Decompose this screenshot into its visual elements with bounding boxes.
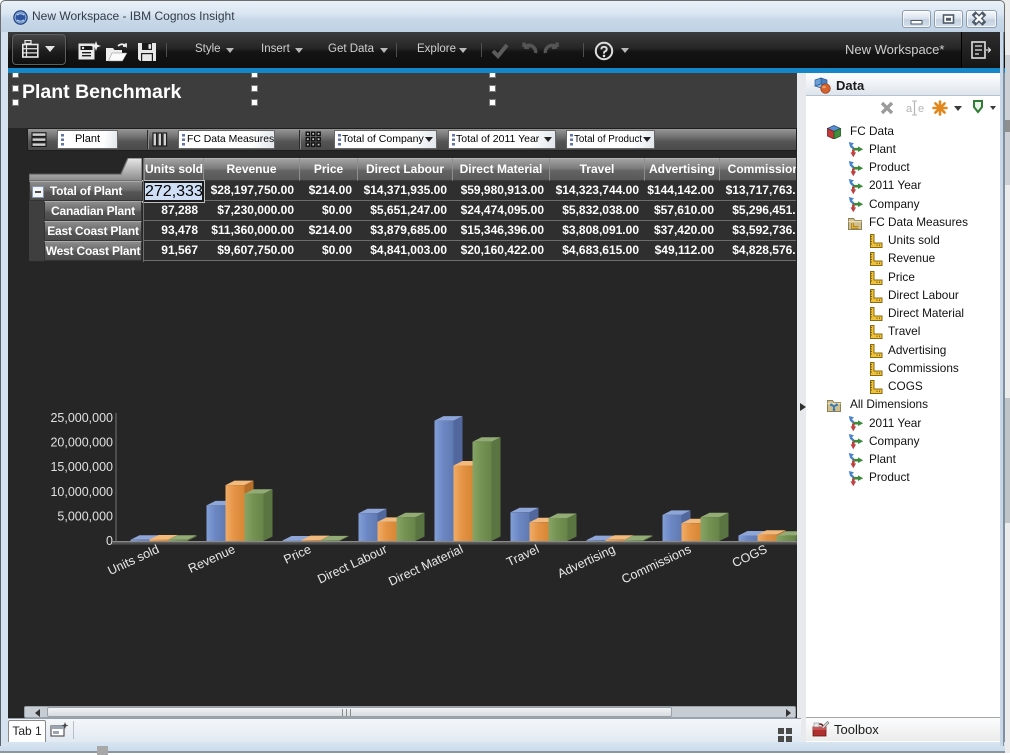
svg-text:Commissions: Commissions bbox=[619, 542, 693, 586]
svg-text:a: a bbox=[906, 103, 913, 115]
svg-text:Direct Labour: Direct Labour bbox=[315, 542, 389, 586]
svg-text:10,000,000: 10,000,000 bbox=[50, 485, 113, 499]
svg-text:20,000,000: 20,000,000 bbox=[50, 436, 113, 450]
svg-text:Advertising: Advertising bbox=[555, 542, 617, 581]
svg-text:0: 0 bbox=[106, 534, 113, 548]
svg-text:15,000,000: 15,000,000 bbox=[50, 460, 113, 474]
svg-text:Travel: Travel bbox=[504, 542, 541, 569]
svg-text:e: e bbox=[918, 103, 924, 115]
svg-text:Price: Price bbox=[282, 542, 314, 567]
svg-text:Units sold: Units sold bbox=[106, 542, 162, 578]
svg-text:25,000,000: 25,000,000 bbox=[50, 411, 113, 425]
svg-text:Direct Material: Direct Material bbox=[386, 542, 465, 589]
svg-text:5,000,000: 5,000,000 bbox=[57, 509, 113, 523]
svg-text:Revenue: Revenue bbox=[186, 542, 237, 576]
svg-text:COGS: COGS bbox=[730, 542, 769, 570]
